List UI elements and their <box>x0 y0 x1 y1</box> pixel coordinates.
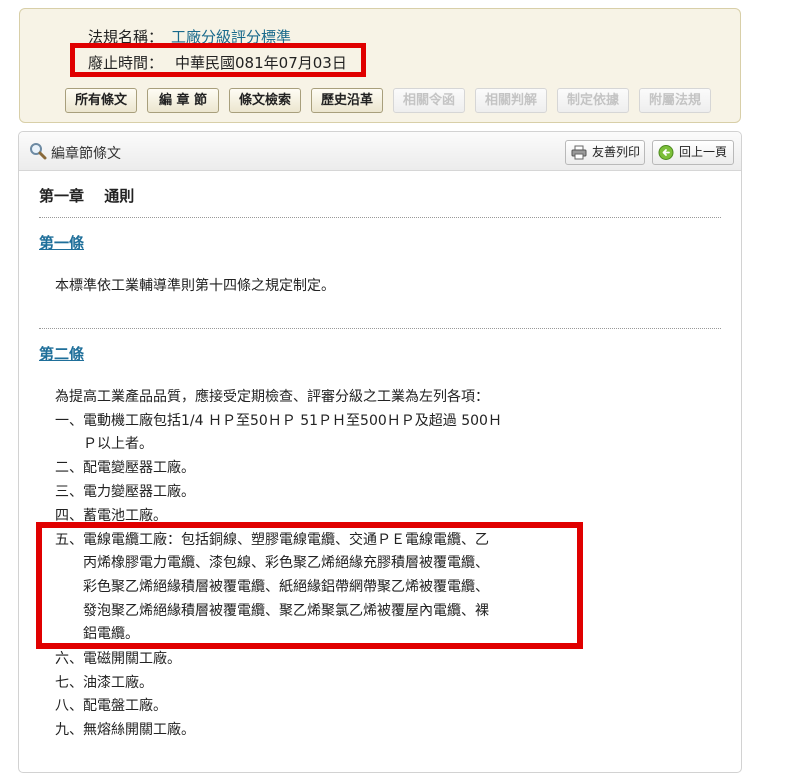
article-2-line: 七、油漆工廠。 <box>55 675 153 691</box>
related-judgments-button: 相關判解 <box>475 88 547 113</box>
legal-basis-button: 制定依據 <box>557 88 629 113</box>
divider <box>39 217 721 218</box>
articles-panel: 編章節條文 友善列印 回上一頁 第一章 通則 第一條 本標準依工業輔導準則第十四… <box>18 131 742 773</box>
article-1-text: 本標準依工業輔導準則第十四條之規定制定。 <box>55 278 335 294</box>
back-arrow-icon <box>658 145 674 160</box>
article-2-line: 一、電動機工廠包括1/4 ＨＰ至50ＨＰ 51ＰＨ至500ＨＰ及超過 500Ｈ <box>55 413 502 429</box>
history-button[interactable]: 歷史沿革 <box>311 88 383 113</box>
chapter-heading: 第一章 通則 <box>39 187 135 205</box>
article-2-line: 九、無熔絲開關工廠。 <box>55 722 195 738</box>
related-orders-button: 相關令函 <box>393 88 465 113</box>
subsidiary-laws-button: 附屬法規 <box>639 88 711 113</box>
chapter-section-button[interactable]: 編 章 節 <box>147 88 219 113</box>
printer-icon <box>571 145 587 160</box>
article-2-intro: 為提高工業產品品質，應接受定期檢查、評審分級之工業為左列各項： <box>55 389 489 405</box>
article-2-line: 六、電磁開關工廠。 <box>55 651 181 667</box>
back-button[interactable]: 回上一頁 <box>652 140 734 165</box>
panel-title: 編章節條文 <box>51 146 121 162</box>
article-2-line: 三、電力變壓器工廠。 <box>55 484 195 500</box>
friendly-print-button[interactable]: 友善列印 <box>565 140 645 165</box>
article-2-line: 八、配電盤工廠。 <box>55 698 167 714</box>
article-2-line: 二、配電變壓器工廠。 <box>55 460 195 476</box>
divider <box>39 328 721 329</box>
highlight-box-item-5 <box>36 522 583 649</box>
friendly-print-label: 友善列印 <box>592 145 641 159</box>
highlight-box-abolish-date <box>70 43 366 77</box>
article-1-link[interactable]: 第一條 <box>39 232 84 253</box>
panel-header: 編章節條文 友善列印 回上一頁 <box>19 132 741 171</box>
article-2-link[interactable]: 第二條 <box>39 343 84 364</box>
back-label: 回上一頁 <box>679 145 728 159</box>
all-articles-button[interactable]: 所有條文 <box>65 88 137 113</box>
article-2-line: Ｐ以上者。 <box>55 436 153 452</box>
article-search-button[interactable]: 條文檢索 <box>229 88 301 113</box>
magnifier-icon <box>30 143 47 160</box>
